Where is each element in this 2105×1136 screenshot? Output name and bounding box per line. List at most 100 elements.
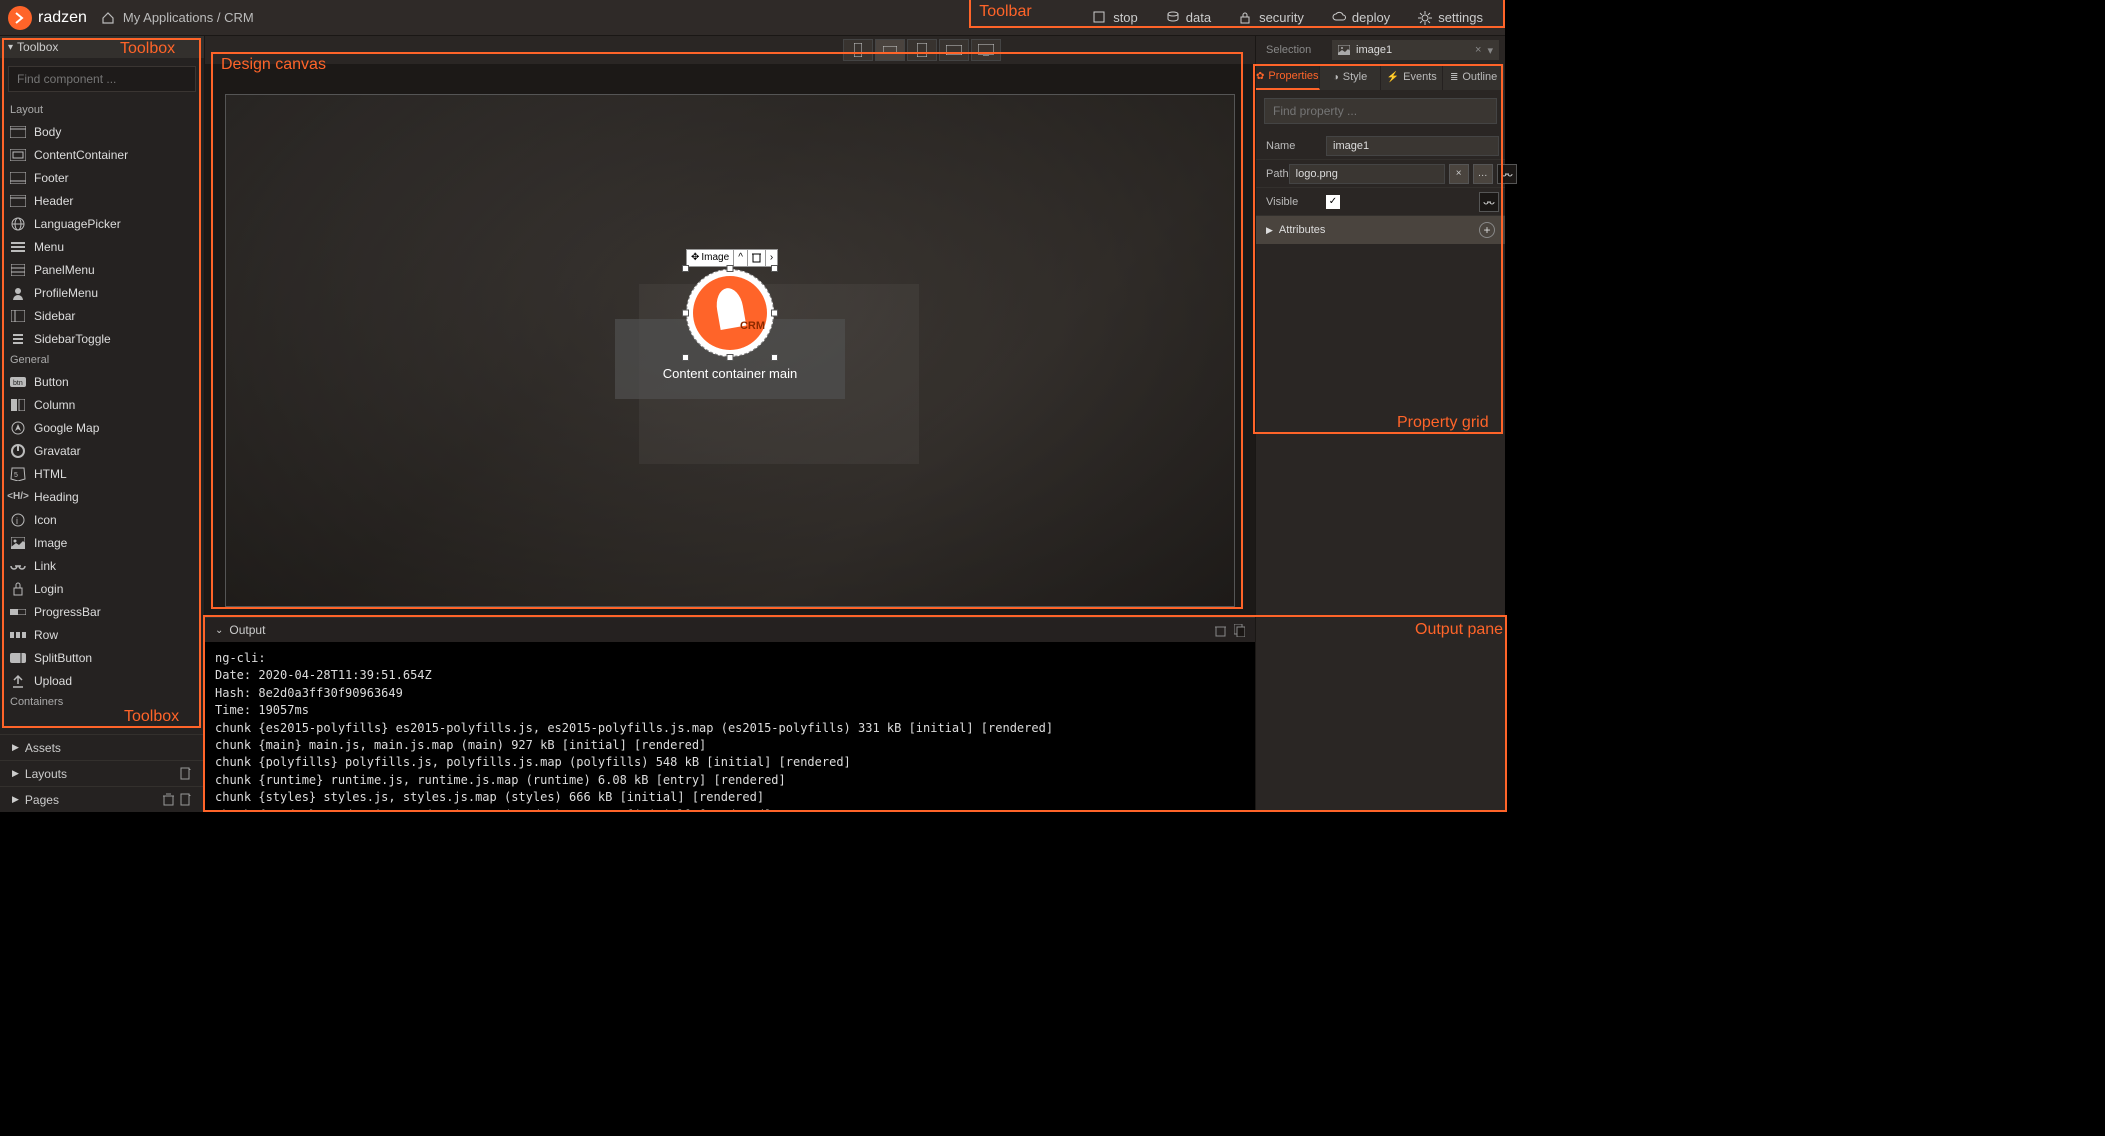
component-upload[interactable]: Upload — [0, 669, 204, 692]
settings-label: settings — [1438, 10, 1483, 25]
selection-dropdown[interactable]: image1 × ▾ — [1332, 40, 1499, 60]
component-sidebartoggle[interactable]: SidebarToggle — [0, 327, 204, 350]
add-attribute-button[interactable]: + — [1479, 222, 1495, 238]
move-handle[interactable]: ✥ Image — [687, 250, 734, 266]
tab-properties[interactable]: ✿Properties — [1256, 64, 1320, 90]
breadcrumb[interactable]: My Applications / CRM — [123, 10, 254, 25]
delete-selection-button[interactable] — [748, 250, 766, 266]
device-phone-landscape[interactable] — [875, 39, 905, 61]
component-column[interactable]: Column — [0, 393, 204, 416]
component-link[interactable]: Link — [0, 554, 204, 577]
component-html[interactable]: 5HTML — [0, 462, 204, 485]
new-layout-icon[interactable] — [180, 767, 192, 781]
row-icon — [10, 627, 26, 643]
clear-selection-icon[interactable]: × — [1475, 44, 1481, 56]
component-row[interactable]: Row — [0, 623, 204, 646]
component-label: LanguagePicker — [34, 217, 121, 231]
component-google-map[interactable]: Google Map — [0, 416, 204, 439]
design-canvas[interactable]: ✥ Image ^ › — [205, 64, 1255, 617]
component-menu[interactable]: Menu — [0, 235, 204, 258]
component-label: Column — [34, 398, 75, 412]
resize-handle[interactable] — [682, 309, 689, 316]
category-general: General — [0, 350, 204, 370]
component-search-input[interactable] — [17, 72, 187, 86]
tab-events[interactable]: ⚡Events — [1381, 64, 1443, 90]
toolbox-header[interactable]: ▾Toolbox — [0, 36, 204, 58]
component-body[interactable]: Body — [0, 120, 204, 143]
delete-icon[interactable] — [163, 793, 174, 807]
component-contentcontainer[interactable]: ContentContainer — [0, 143, 204, 166]
component-button[interactable]: btnButton — [0, 370, 204, 393]
logo-image[interactable] — [686, 269, 774, 357]
device-bar — [205, 36, 1255, 64]
device-desktop[interactable] — [971, 39, 1001, 61]
panelmenu-icon — [10, 262, 26, 278]
footer-icon — [10, 170, 26, 186]
component-sidebar[interactable]: Sidebar — [0, 304, 204, 327]
chevron-down-icon[interactable]: ▾ — [1487, 44, 1493, 57]
nav-pages[interactable]: ▶Pages — [0, 786, 204, 812]
output-header[interactable]: ⌄ Output — [205, 618, 1255, 642]
resize-handle[interactable] — [727, 354, 734, 361]
login-icon — [10, 581, 26, 597]
component-gravatar[interactable]: Gravatar — [0, 439, 204, 462]
browse-path-button[interactable]: … — [1473, 164, 1493, 184]
security-button[interactable]: security — [1225, 0, 1318, 36]
stop-button[interactable]: stop — [1079, 0, 1152, 36]
settings-button[interactable]: settings — [1404, 0, 1497, 36]
component-progressbar[interactable]: ProgressBar — [0, 600, 204, 623]
component-label: Row — [34, 628, 58, 642]
device-phone-portrait[interactable] — [843, 39, 873, 61]
component-label: ContentContainer — [34, 148, 128, 162]
google-map-icon — [10, 420, 26, 436]
resize-handle[interactable] — [771, 309, 778, 316]
resize-handle[interactable] — [682, 265, 689, 272]
resize-handle[interactable] — [682, 354, 689, 361]
prop-attributes[interactable]: ▶ Attributes + — [1256, 216, 1505, 244]
component-profilemenu[interactable]: ProfileMenu — [0, 281, 204, 304]
visible-checkbox[interactable]: ✓ — [1326, 195, 1340, 209]
property-search-input[interactable] — [1273, 104, 1488, 118]
component-label: Body — [34, 125, 61, 139]
prop-path-input[interactable] — [1289, 164, 1445, 184]
property-search[interactable] — [1264, 98, 1497, 124]
resize-handle[interactable] — [771, 354, 778, 361]
component-footer[interactable]: Footer — [0, 166, 204, 189]
svg-text:i: i — [16, 516, 18, 526]
chevron-right-icon: ▶ — [1266, 225, 1273, 236]
tab-outline[interactable]: ≣Outline — [1443, 64, 1505, 90]
component-panelmenu[interactable]: PanelMenu — [0, 258, 204, 281]
resize-handle[interactable] — [727, 265, 734, 272]
deploy-button[interactable]: deploy — [1318, 0, 1404, 36]
component-header[interactable]: Header — [0, 189, 204, 212]
device-tablet-portrait[interactable] — [907, 39, 937, 61]
component-login[interactable]: Login — [0, 577, 204, 600]
content-container[interactable]: ✥ Image ^ › — [615, 319, 845, 399]
clear-output-icon[interactable] — [1215, 624, 1226, 637]
new-page-icon[interactable] — [180, 793, 192, 807]
bind-path-button[interactable] — [1497, 164, 1517, 184]
tab-label: Properties — [1268, 70, 1318, 82]
clear-path-button[interactable]: × — [1449, 164, 1469, 184]
component-splitbutton[interactable]: SplitButton — [0, 646, 204, 669]
home-icon[interactable] — [101, 11, 119, 25]
data-button[interactable]: data — [1152, 0, 1225, 36]
prop-name-input[interactable] — [1326, 136, 1499, 156]
component-search[interactable] — [8, 66, 196, 92]
component-label: SplitButton — [34, 651, 92, 665]
component-heading[interactable]: <H/>Heading — [0, 485, 204, 508]
move-up-button[interactable]: ^ — [734, 250, 748, 266]
resize-handle[interactable] — [771, 265, 778, 272]
nav-assets[interactable]: ▶Assets — [0, 734, 204, 760]
output-body[interactable]: ng-cli: Date: 2020-04-28T11:39:51.654Z H… — [205, 642, 1255, 812]
component-icon[interactable]: iIcon — [0, 508, 204, 531]
device-tablet-landscape[interactable] — [939, 39, 969, 61]
tab-style[interactable]: ◑Style — [1320, 64, 1382, 90]
bind-visible-button[interactable] — [1479, 192, 1499, 212]
selected-image[interactable]: ✥ Image ^ › — [686, 269, 774, 357]
component-image[interactable]: Image — [0, 531, 204, 554]
copy-output-icon[interactable] — [1234, 624, 1245, 637]
component-languagepicker[interactable]: LanguagePicker — [0, 212, 204, 235]
next-button[interactable]: › — [766, 250, 777, 266]
nav-layouts[interactable]: ▶Layouts — [0, 760, 204, 786]
